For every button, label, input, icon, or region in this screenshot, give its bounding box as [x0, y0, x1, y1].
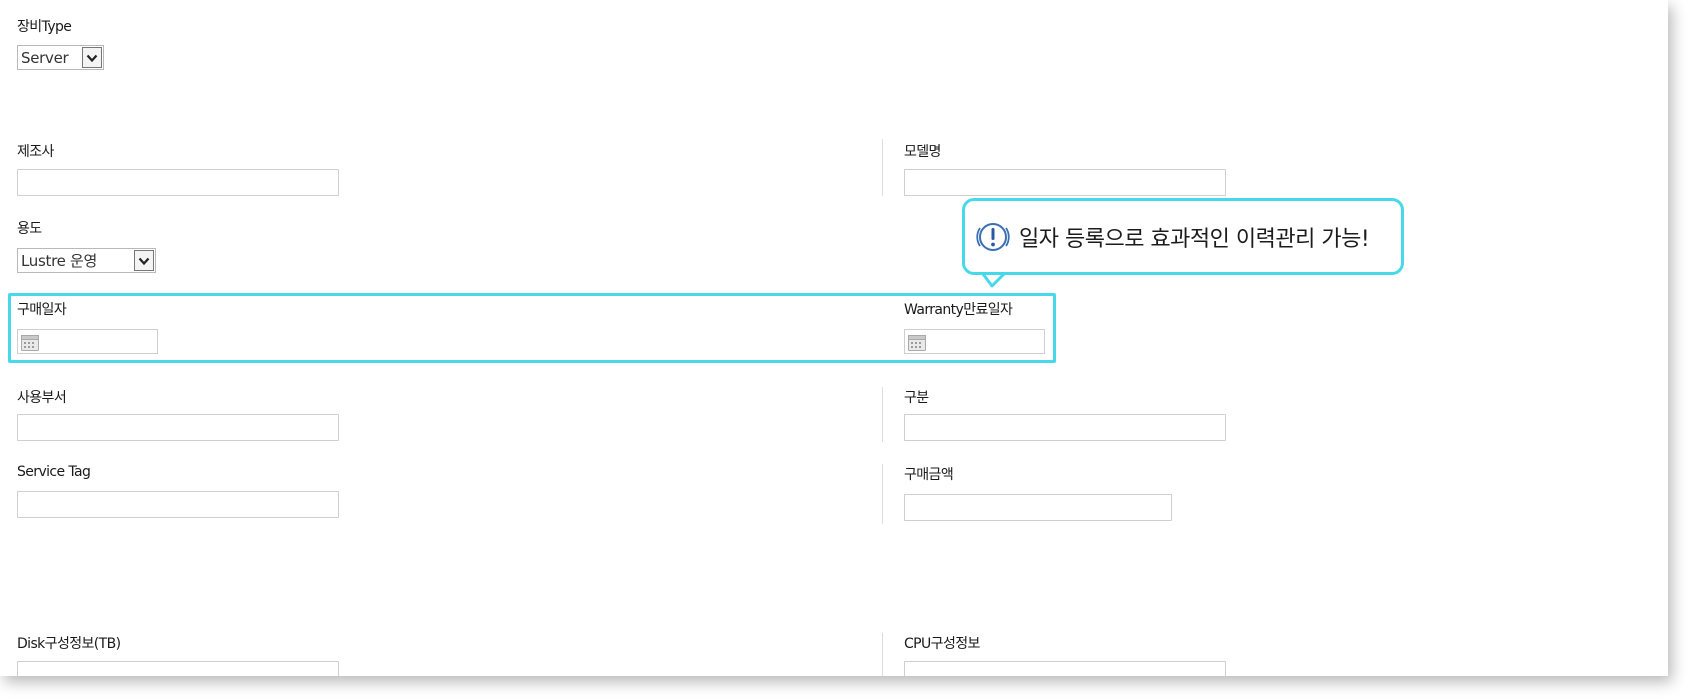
- calendar-icon[interactable]: [21, 334, 39, 351]
- form-page: 장비Type Server 제조사 모델명 용도 Lustre 운영 구매일자: [0, 0, 1668, 676]
- column-divider: [882, 387, 883, 442]
- equipment-type-value: Server: [21, 48, 69, 67]
- callout-text: 일자 등록으로 효과적인 이력관리 가능!: [1019, 226, 1370, 252]
- chevron-down-icon[interactable]: [82, 47, 102, 68]
- equipment-type-label: 장비Type: [17, 19, 72, 35]
- date-highlight-box: [8, 293, 1056, 363]
- chevron-down-icon[interactable]: [134, 250, 154, 271]
- model-name-input[interactable]: [904, 169, 1226, 196]
- callout-bubble: 일자 등록으로 효과적인 이력관리 가능!: [962, 198, 1404, 275]
- cpu-config-label: CPU구성정보: [904, 636, 980, 652]
- manufacturer-label: 제조사: [17, 144, 54, 160]
- warranty-end-date-label: Warranty만료일자: [904, 302, 1013, 318]
- purchase-amount-label: 구매금액: [904, 467, 954, 483]
- purpose-label: 용도: [17, 221, 42, 237]
- column-divider: [882, 139, 883, 196]
- column-divider: [882, 633, 883, 676]
- calendar-icon[interactable]: [908, 334, 926, 351]
- category-label: 구분: [904, 390, 929, 406]
- service-tag-label: Service Tag: [17, 464, 91, 480]
- cpu-config-input[interactable]: [904, 661, 1226, 676]
- warranty-end-date-input[interactable]: [904, 329, 1045, 354]
- user-department-input[interactable]: [17, 414, 339, 441]
- purpose-value: Lustre 운영: [21, 252, 98, 270]
- user-department-label: 사용부서: [17, 390, 67, 406]
- alert-circle-icon: [976, 222, 1010, 251]
- manufacturer-input[interactable]: [17, 169, 339, 196]
- purpose-select[interactable]: Lustre 운영: [17, 248, 156, 273]
- category-input[interactable]: [904, 414, 1226, 441]
- purchase-date-label: 구매일자: [17, 302, 67, 318]
- model-name-label: 모델명: [904, 144, 941, 160]
- purchase-amount-input[interactable]: [904, 494, 1172, 521]
- equipment-type-select[interactable]: Server: [17, 45, 104, 70]
- column-divider: [882, 464, 883, 524]
- purchase-date-input[interactable]: [17, 329, 158, 354]
- disk-config-label: Disk구성정보(TB): [17, 636, 121, 652]
- service-tag-input[interactable]: [17, 491, 339, 518]
- disk-config-input[interactable]: [17, 661, 339, 676]
